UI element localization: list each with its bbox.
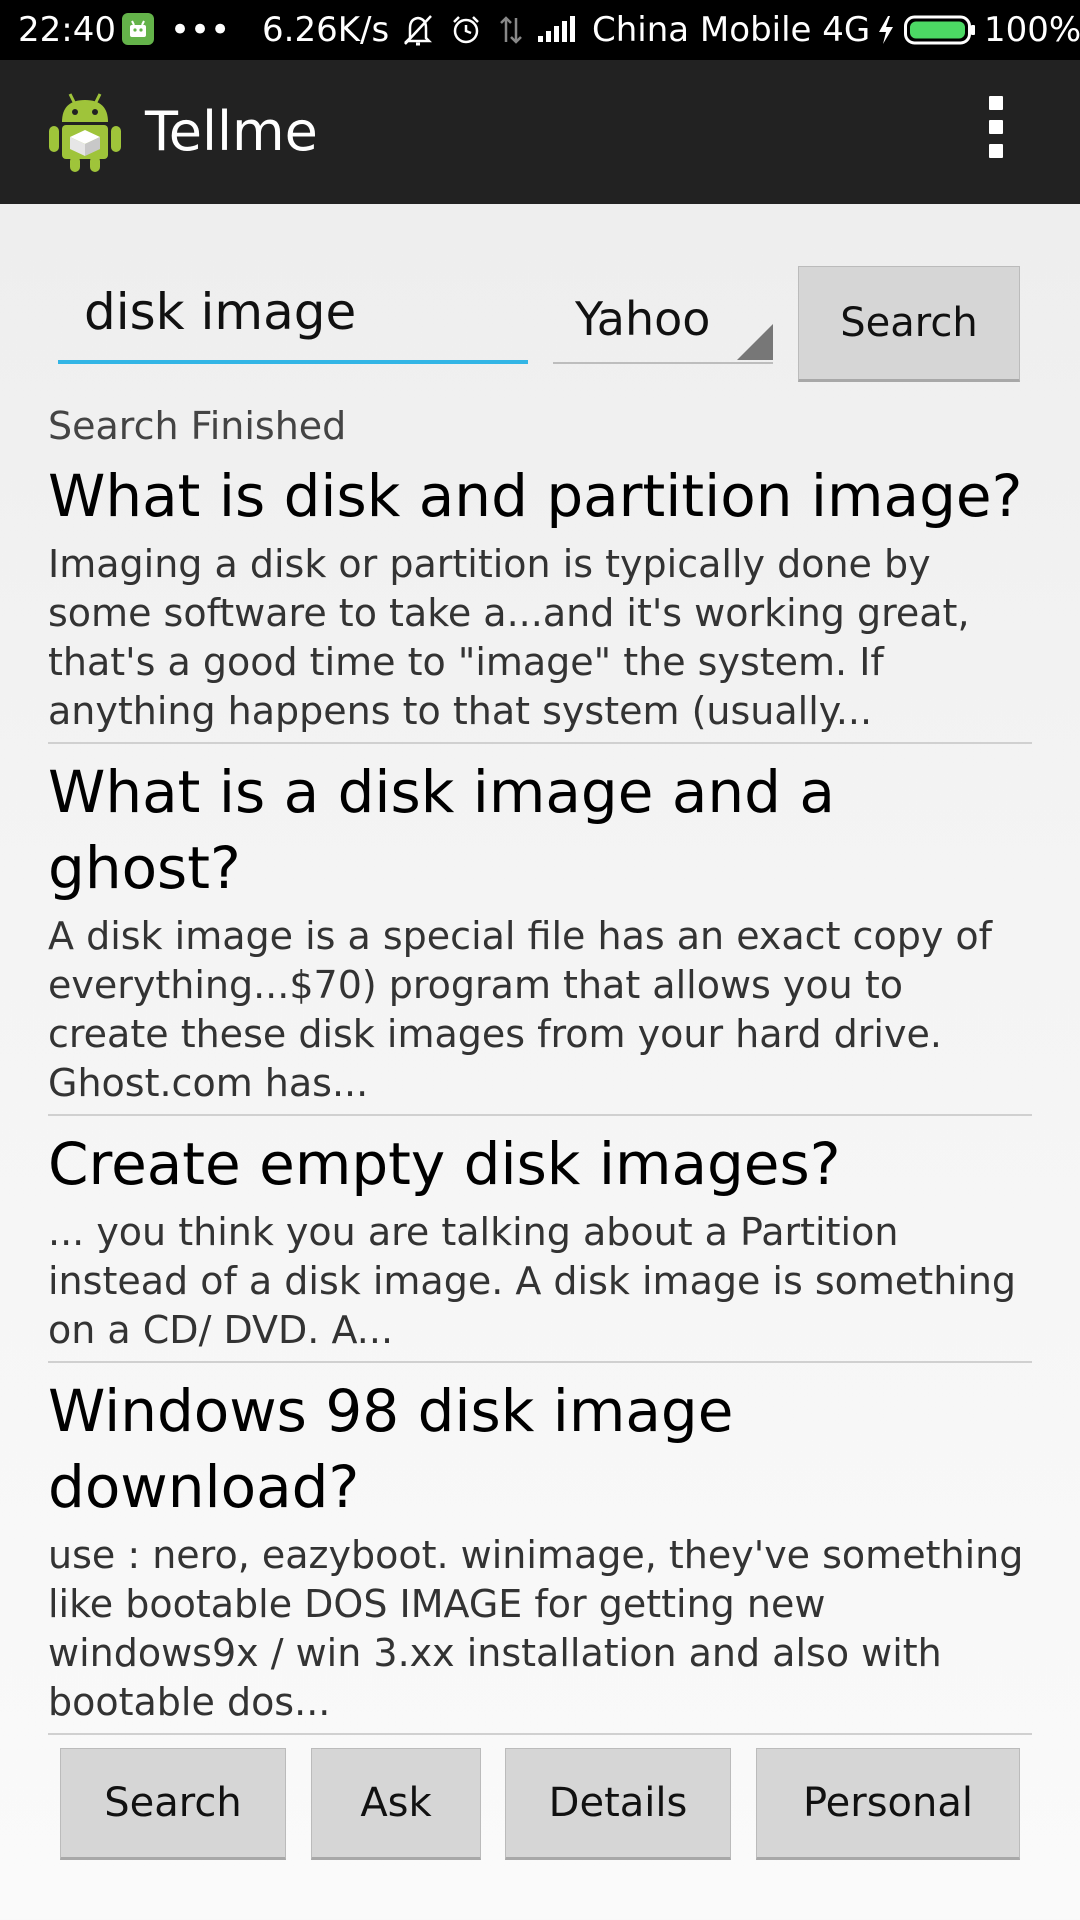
nav-details-button[interactable]: Details xyxy=(505,1748,731,1860)
search-status-text: Search Finished xyxy=(48,404,347,448)
result-snippet: A disk image is a special file has an ex… xyxy=(48,914,993,1105)
more-notifications-icon: ••• xyxy=(170,10,231,50)
battery-icon xyxy=(904,13,976,47)
result-title[interactable]: Windows 98 disk image download? xyxy=(48,1373,1032,1525)
nav-personal-button[interactable]: Personal xyxy=(756,1748,1020,1860)
overflow-menu-icon[interactable] xyxy=(978,96,1014,170)
result-item[interactable]: What is disk and partition image? Imagin… xyxy=(48,458,1032,744)
result-snippet: Imaging a disk or partition is typically… xyxy=(48,542,970,733)
status-bar: 22:40 ••• 6.26K/s China Mobile 4G 100% xyxy=(0,0,1080,60)
result-snippet: ... you think you are talking about a Pa… xyxy=(48,1210,1017,1352)
carrier-label: China Mobile 4G xyxy=(592,10,871,50)
result-title[interactable]: What is a disk image and a ghost? xyxy=(48,754,1032,906)
search-engine-value: Yahoo xyxy=(575,292,711,346)
network-speed: 6.26K/s xyxy=(262,10,390,50)
notification-app-icon xyxy=(122,13,154,45)
result-snippet: use : nero, eazyboot. winimage, they've … xyxy=(48,1533,1024,1724)
dropdown-arrow-icon xyxy=(737,324,773,360)
alarm-icon xyxy=(448,0,484,60)
result-item[interactable]: What is a disk image and a ghost? A disk… xyxy=(48,754,1032,1116)
android-app-icon xyxy=(46,90,124,174)
signal-icon xyxy=(536,0,578,60)
search-input[interactable] xyxy=(84,270,514,354)
charging-bolt-icon xyxy=(874,0,898,60)
result-title[interactable]: What is disk and partition image? xyxy=(48,458,1032,534)
search-engine-select[interactable]: Yahoo xyxy=(553,280,773,364)
search-field[interactable] xyxy=(58,270,528,364)
action-bar: Tellme xyxy=(0,60,1080,204)
results-list: What is disk and partition image? Imagin… xyxy=(48,458,1032,1745)
result-item[interactable]: Create empty disk images? ... you think … xyxy=(48,1126,1032,1363)
battery-percent: 100% xyxy=(984,10,1080,50)
status-time: 22:40 xyxy=(18,10,116,50)
app-title: Tellme xyxy=(145,100,318,163)
mute-icon xyxy=(400,0,436,60)
result-item[interactable]: Windows 98 disk image download? use : ne… xyxy=(48,1373,1032,1735)
nav-search-button[interactable]: Search xyxy=(60,1748,286,1860)
search-button[interactable]: Search xyxy=(798,266,1020,382)
result-title[interactable]: Create empty disk images? xyxy=(48,1126,1032,1202)
nav-ask-button[interactable]: Ask xyxy=(311,1748,481,1860)
data-arrows-icon xyxy=(498,0,524,60)
